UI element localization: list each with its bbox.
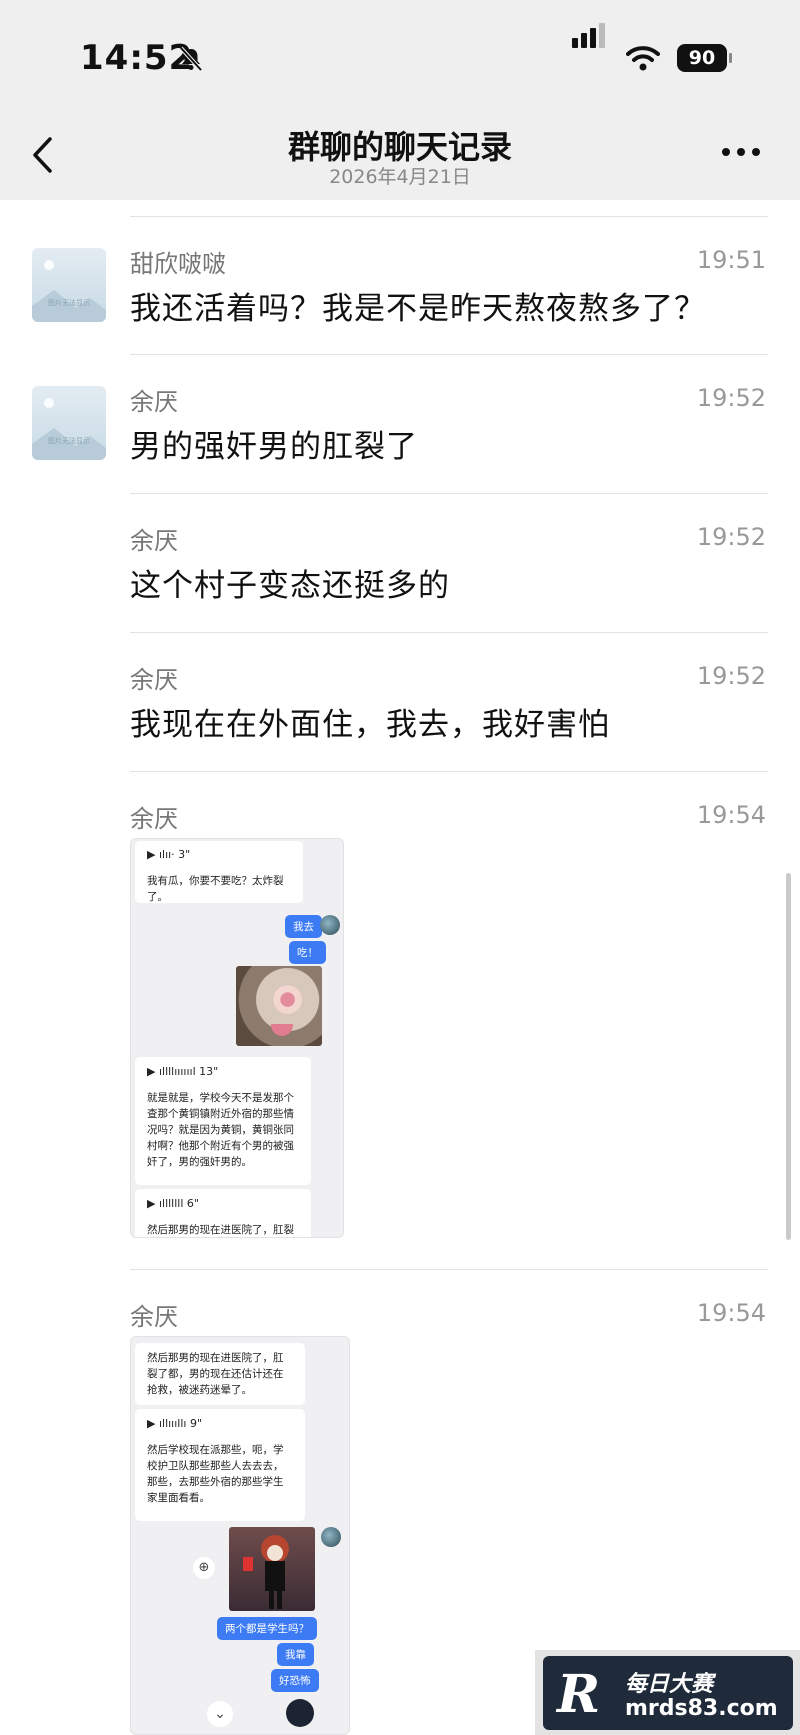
more-options-icon[interactable] (722, 148, 762, 158)
message-text[interactable]: 男的强奸男的肛裂了 (130, 421, 418, 466)
message-time: 19:52 (696, 523, 766, 551)
avatar-caption: 图片无法显示 (48, 299, 90, 307)
transcript-text: 然后那男的现在进医院了，肛裂了都，男的现在还估计还在抢救，被迷药迷晕了。 (135, 1343, 305, 1405)
message-sender: 余厌 (130, 666, 178, 694)
cat-sticker-image (236, 966, 322, 1046)
voice-duration: ▶ ıllıııllı 9" (147, 1417, 203, 1430)
message-time: 19:54 (696, 1299, 766, 1327)
watermark: R 每日大赛 mrds83.com (535, 1650, 800, 1735)
voice-message-bubble: ▶ ıllıııllı 9" 然后学校现在派那些，呃，学校护卫队那些那些人去去去… (135, 1409, 305, 1521)
message-sender: 余厌 (130, 805, 178, 833)
sent-bubble: 我去 (285, 915, 322, 938)
divider (130, 1269, 768, 1270)
voice-duration: ▶ ılıı· 3" (147, 848, 191, 861)
add-sticker-icon: ⊕ (193, 1557, 215, 1579)
divider (130, 216, 768, 217)
page-subtitle-date: 2026年4月21日 (329, 166, 471, 188)
voice-message-bubble: ▶ ılllllll 6" 然后那男的现在进医院了，肛裂 (135, 1189, 311, 1237)
top-bar: 14:52 90 群聊的聊天记录 2026年4月21日 (0, 0, 800, 200)
avatar-image-icon (44, 398, 54, 408)
message-sender: 余厌 (130, 388, 178, 416)
chat-screenshot-image[interactable]: 然后那男的现在进医院了，肛裂了都，男的现在还估计还在抢救，被迷药迷晕了。 ▶ ı… (130, 1336, 350, 1735)
sent-bubble: 两个都是学生吗？ (217, 1617, 317, 1640)
message-sender: 甜欣啵啵 (130, 250, 226, 278)
watermark-badge: R 每日大赛 mrds83.com (543, 1656, 793, 1730)
chat-screenshot-image[interactable]: ▶ ılıı· 3" 我有瓜，你要不要吃？太炸裂了。 我去 吃！ ▶ ıllll… (130, 838, 344, 1238)
bell-muted-icon (179, 46, 203, 72)
scrollbar[interactable] (786, 873, 791, 1240)
message-time: 19:52 (696, 384, 766, 412)
divider (130, 354, 768, 355)
avatar (321, 1527, 341, 1547)
transcript-text: 然后那男的现在进医院了，肛裂 (147, 1224, 294, 1236)
anime-character-image (229, 1527, 315, 1611)
message-text[interactable]: 我现在在外面住，我去，我好害怕 (130, 699, 610, 744)
avatar-placeholder[interactable]: 图片无法显示 (32, 248, 106, 322)
sent-bubble: 好恐怖 (271, 1669, 319, 1692)
message-text[interactable]: 这个村子变态还挺多的 (130, 560, 450, 605)
transcript-text: 然后学校现在派那些，呃，学校护卫队那些那些人去去去，那些，去那些外宿的那些学生家… (147, 1444, 284, 1504)
sent-bubble: 吃！ (289, 941, 326, 964)
battery-indicator: 90 (677, 44, 727, 72)
battery-tip (729, 53, 732, 63)
message-time: 19:52 (696, 662, 766, 690)
character-figure (243, 1535, 289, 1609)
status-time: 14:52 (80, 38, 194, 78)
voice-duration: ▶ ıllllııııııl 13" (147, 1065, 219, 1078)
message-sender: 余厌 (130, 527, 178, 555)
avatar-image-icon (44, 260, 54, 270)
divider (130, 493, 768, 494)
watermark-text: 每日大赛 (625, 1672, 714, 1697)
round-avatar-icon (286, 1699, 314, 1727)
avatar-caption: 图片无法显示 (48, 437, 90, 445)
voice-duration: ▶ ılllllll 6" (147, 1197, 199, 1210)
message-time: 19:51 (696, 246, 766, 274)
avatar (320, 915, 340, 935)
voice-message-bubble: ▶ ıllllııııııl 13" 就是就是，学校今天不是发那个查那个黄铜镇附… (135, 1057, 311, 1185)
scroll-down-icon: ⌄ (207, 1701, 233, 1727)
divider (130, 771, 768, 772)
chat-history-screen: 14:52 90 群聊的聊天记录 2026年4月21日 图片无法显示 甜欣啵啵 … (0, 0, 800, 1735)
watermark-url: mrds83.com (625, 1696, 778, 1721)
divider (130, 632, 768, 633)
message-sender: 余厌 (130, 1303, 178, 1331)
sent-bubble: 我靠 (277, 1643, 314, 1666)
transcript-text: 就是就是，学校今天不是发那个查那个黄铜镇附近外宿的那些情况吗？就是因为黄铜，黄铜… (147, 1092, 294, 1168)
transcript-text: 我有瓜，你要不要吃？太炸裂了。 (147, 875, 284, 903)
wifi-icon (626, 46, 660, 71)
message-time: 19:54 (696, 801, 766, 829)
avatar-placeholder[interactable]: 图片无法显示 (32, 386, 106, 460)
watermark-logo: R (557, 1664, 601, 1725)
message-text[interactable]: 我还活着吗？我是不是昨天熬夜熬多了？ (130, 283, 706, 328)
voice-message-bubble: ▶ ılıı· 3" 我有瓜，你要不要吃？太炸裂了。 (135, 841, 303, 903)
